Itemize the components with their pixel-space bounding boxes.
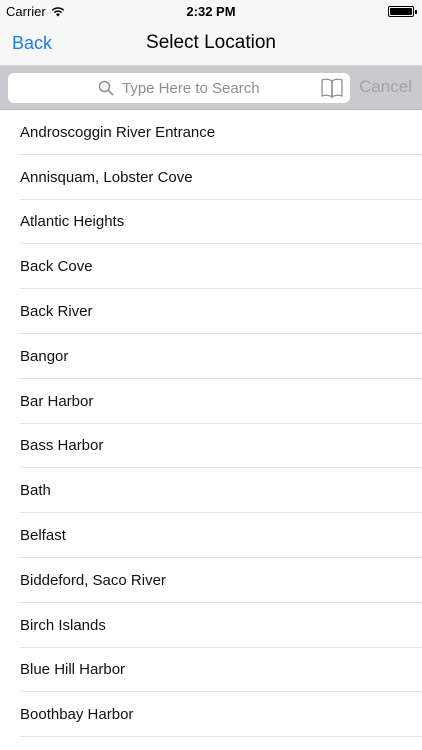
list-item[interactable]: Bath [0, 468, 422, 513]
search-input[interactable] [8, 73, 350, 103]
list-item[interactable]: Back Cove [0, 244, 422, 289]
list-item[interactable]: Bangor [0, 334, 422, 379]
list-item[interactable]: Bass Harbor [0, 424, 422, 469]
status-bar: Carrier 2:32 PM [0, 0, 422, 22]
search-field[interactable] [8, 73, 350, 103]
location-list: Androscoggin River Entrance Annisquam, L… [0, 110, 422, 737]
list-item[interactable]: Bar Harbor [0, 379, 422, 424]
list-item[interactable]: Biddeford, Saco River [0, 558, 422, 603]
list-item[interactable]: Annisquam, Lobster Cove [0, 155, 422, 200]
list-item[interactable]: Androscoggin River Entrance [0, 110, 422, 155]
list-item[interactable]: Belfast [0, 513, 422, 558]
navigation-bar: Back Select Location [0, 22, 422, 66]
battery-icon [388, 6, 417, 17]
search-bar: Cancel [0, 66, 422, 110]
list-item[interactable]: Blue Hill Harbor [0, 648, 422, 693]
book-icon[interactable] [320, 77, 344, 99]
list-item[interactable]: Back River [0, 289, 422, 334]
cancel-button[interactable]: Cancel [359, 77, 412, 97]
status-time: 2:32 PM [186, 4, 236, 19]
list-item[interactable]: Atlantic Heights [0, 200, 422, 245]
page-title: Select Location [146, 32, 276, 53]
list-item[interactable]: Birch Islands [0, 603, 422, 648]
list-item[interactable]: Boothbay Harbor [0, 692, 422, 737]
battery-fill [390, 8, 412, 15]
